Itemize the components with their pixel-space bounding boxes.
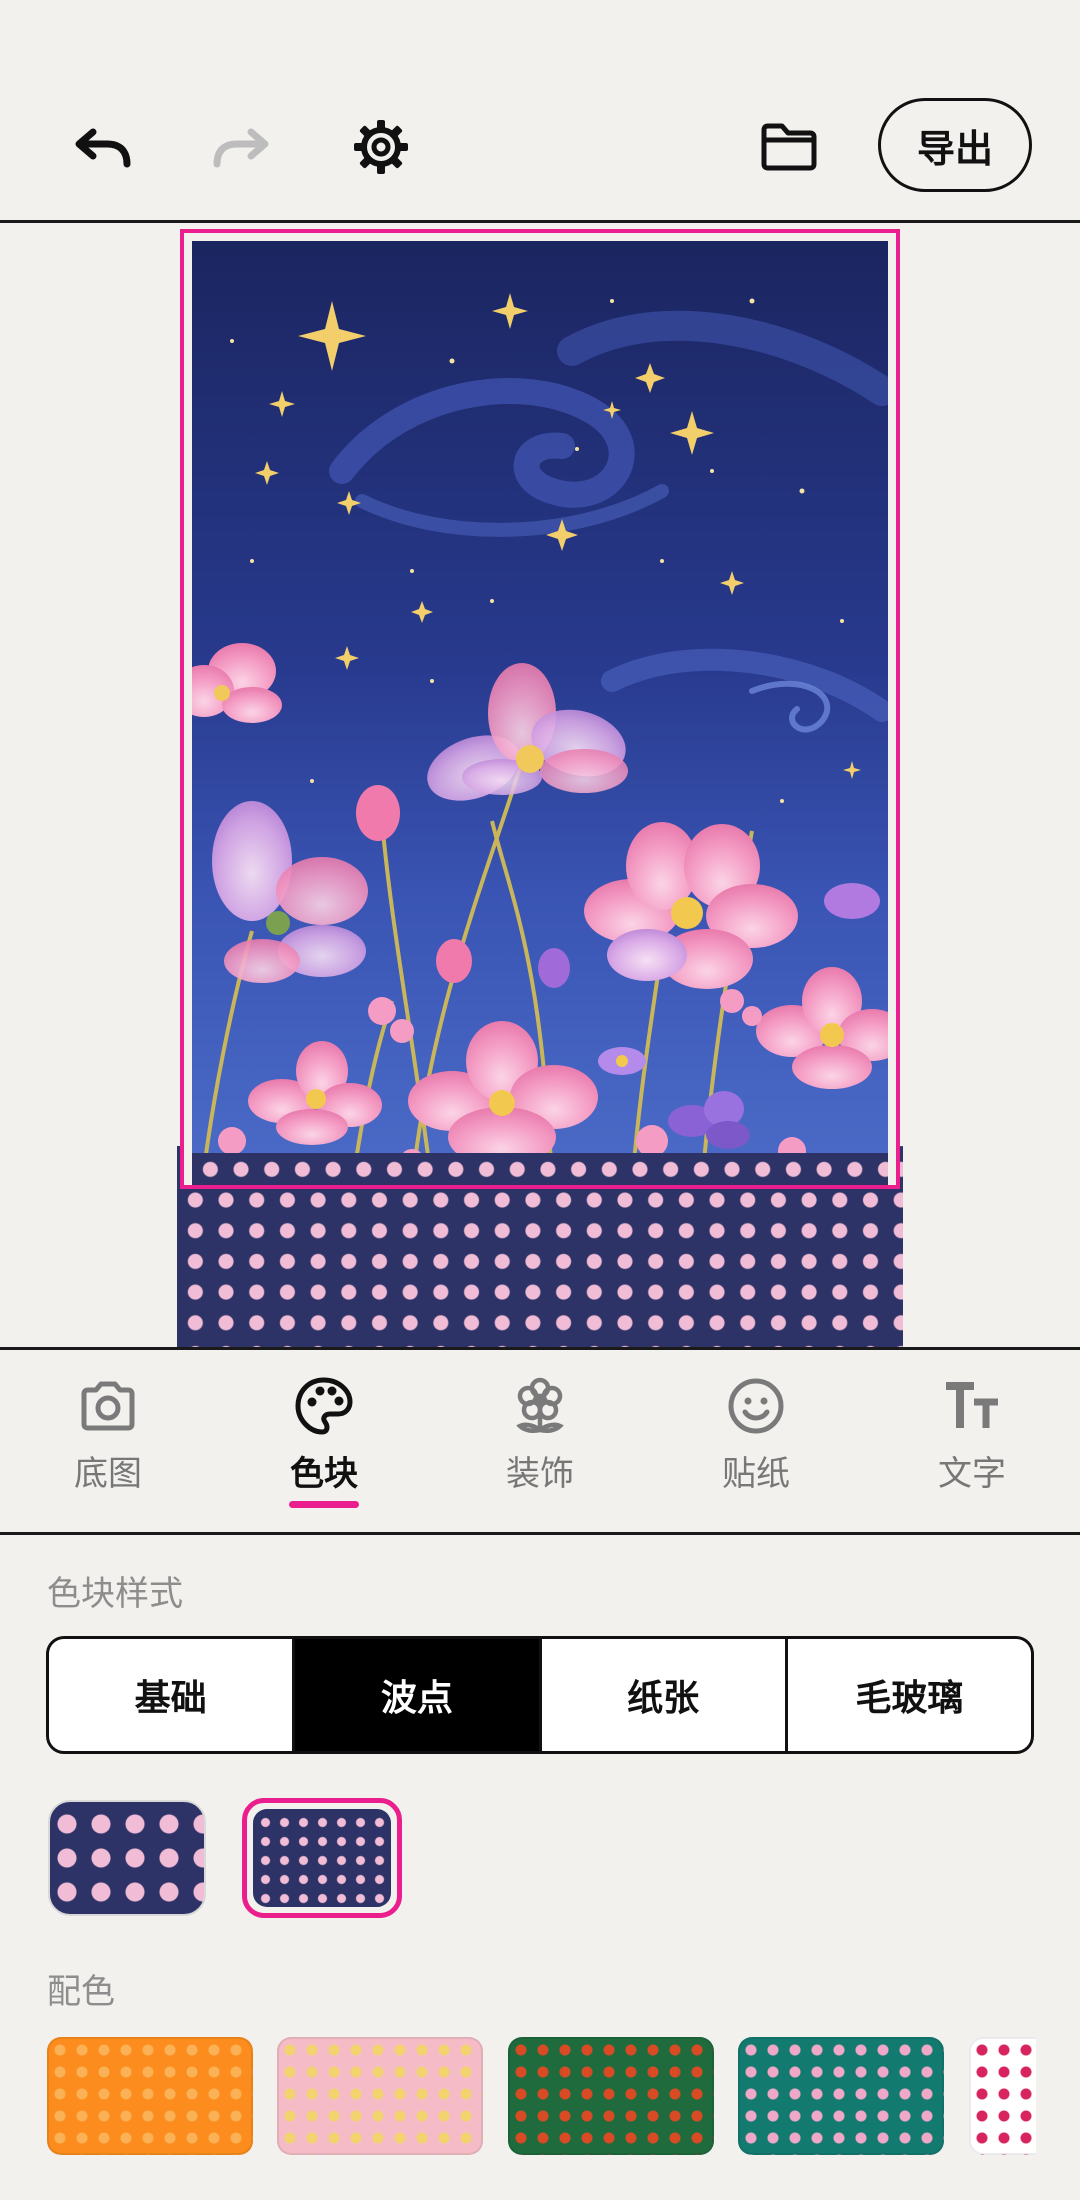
color-swatch-teal-pink[interactable] xyxy=(738,2037,944,2155)
color-swatch-green-red[interactable] xyxy=(508,2037,714,2155)
color-swatch-pink-yellow[interactable] xyxy=(277,2037,483,2155)
color-swatch-row xyxy=(0,0,1036,2200)
color-swatch-orange[interactable] xyxy=(47,2037,253,2155)
color-swatch-white-magenta[interactable] xyxy=(969,2037,1036,2155)
